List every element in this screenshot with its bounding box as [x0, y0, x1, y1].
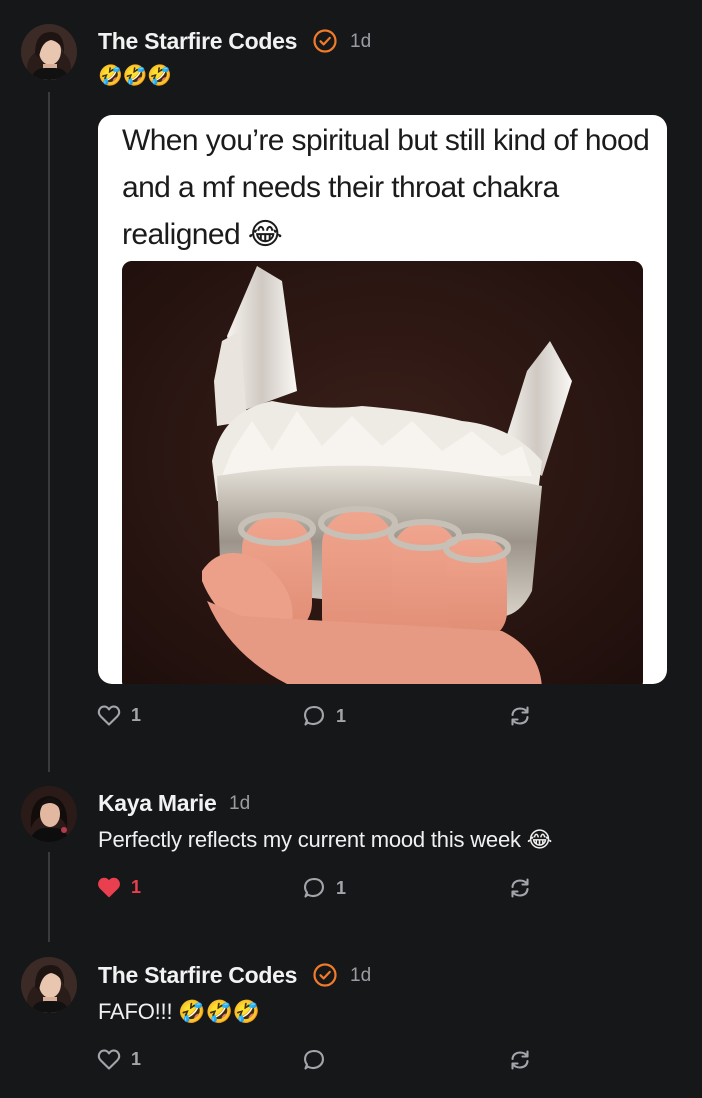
post-text: 🤣🤣🤣	[98, 65, 173, 87]
like-count: 1	[131, 704, 142, 725]
like-button[interactable]: 1	[97, 876, 141, 898]
comment-icon	[304, 877, 324, 898]
author-name[interactable]: Kaya Marie	[98, 790, 217, 817]
repost-button[interactable]	[508, 704, 532, 728]
like-button[interactable]: 1	[97, 704, 141, 726]
comment-icon	[304, 705, 324, 726]
like-count: 1	[131, 876, 142, 897]
reply-button[interactable]: 1	[302, 876, 346, 900]
repost-icon	[511, 1050, 529, 1070]
verified-badge-icon	[313, 29, 337, 53]
meme-caption: When you’re spiritual but still kind of …	[122, 124, 650, 251]
avatar[interactable]	[21, 957, 77, 1013]
post-text: Perfectly reflects my current mood this …	[98, 827, 553, 852]
author-name[interactable]: The Starfire Codes	[98, 28, 297, 55]
thread-connector	[48, 852, 50, 942]
comment-icon	[304, 1049, 324, 1070]
repost-icon	[511, 878, 529, 898]
avatar[interactable]	[21, 24, 77, 80]
reply-button[interactable]	[302, 1048, 336, 1072]
repost-button[interactable]	[508, 876, 532, 900]
repost-icon	[511, 706, 529, 726]
thread-connector	[48, 92, 50, 772]
repost-button[interactable]	[508, 1048, 532, 1072]
avatar[interactable]	[21, 786, 77, 842]
heart-filled-icon	[98, 877, 120, 898]
reply-button[interactable]: 1	[302, 704, 346, 728]
timestamp: 1d	[229, 793, 251, 814]
like-count: 1	[131, 1048, 142, 1069]
crystal-brass-knuckles-photo	[122, 261, 643, 684]
post-text: FAFO!!! 🤣🤣🤣	[98, 999, 260, 1024]
timestamp: 1d	[350, 965, 372, 986]
heart-outline-icon	[97, 1049, 121, 1070]
post-image[interactable]: When you’re spiritual but still kind of …	[98, 115, 667, 684]
like-button[interactable]: 1	[97, 1048, 141, 1070]
reply-count: 1	[336, 877, 347, 898]
timestamp: 1d	[350, 31, 372, 52]
reply-count: 1	[336, 705, 347, 726]
author-name[interactable]: The Starfire Codes	[98, 962, 297, 989]
heart-outline-icon	[97, 705, 121, 726]
verified-badge-icon	[313, 963, 337, 987]
